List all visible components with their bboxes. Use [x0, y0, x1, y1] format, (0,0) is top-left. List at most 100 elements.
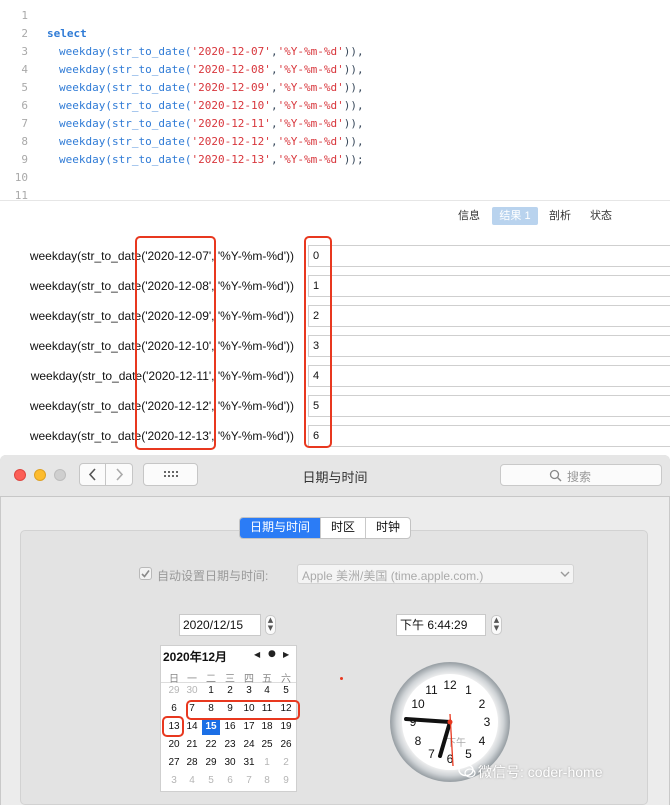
- time-stepper[interactable]: ▲ ▼: [491, 615, 502, 635]
- sql-separator: ,: [270, 63, 278, 76]
- tab-status[interactable]: 状态: [587, 207, 615, 225]
- calendar-day[interactable]: 2: [221, 683, 239, 699]
- calendar-day[interactable]: 8: [258, 773, 276, 789]
- minute-hand: [404, 717, 452, 724]
- calendar-day[interactable]: 20: [165, 737, 183, 753]
- line-number: 10: [14, 171, 28, 184]
- date-field[interactable]: 2020/12/15: [179, 614, 261, 636]
- line-number: 6: [21, 99, 28, 112]
- sql-line-end: )),: [343, 99, 364, 112]
- calendar-day[interactable]: 19: [277, 719, 295, 735]
- time-server-value: Apple 美洲/美国 (time.apple.com.): [302, 569, 484, 583]
- calendar-day[interactable]: 5: [202, 773, 220, 789]
- checkmark-icon: [141, 570, 150, 578]
- line-number: 2: [21, 27, 28, 40]
- calendar-day[interactable]: 31: [240, 755, 258, 771]
- calendar-day[interactable]: 3: [165, 773, 183, 789]
- sql-line-end: )),: [343, 45, 364, 58]
- line-number: 4: [21, 63, 28, 76]
- calendar-day[interactable]: 4: [183, 773, 201, 789]
- calendar-day[interactable]: 5: [277, 683, 295, 699]
- date-stepper[interactable]: ▲ ▼: [265, 615, 276, 635]
- result-cell[interactable]: [308, 425, 670, 447]
- sql-format-string: '%Y-%m-%d': [277, 117, 344, 130]
- calendar-month-label: 2020年12月: [163, 650, 228, 664]
- sql-line-end: )),: [343, 63, 364, 76]
- calendar-day[interactable]: 1: [258, 755, 276, 771]
- result-cell[interactable]: [308, 365, 670, 387]
- search-icon: [549, 469, 562, 482]
- calendar-day[interactable]: 6: [165, 701, 183, 717]
- result-cell[interactable]: [308, 245, 670, 267]
- tab-profile[interactable]: 剖析: [546, 207, 574, 225]
- calendar-day[interactable]: 28: [183, 755, 201, 771]
- tab-clock[interactable]: 时钟: [366, 518, 410, 538]
- calendar-day[interactable]: 30: [221, 755, 239, 771]
- calendar-day[interactable]: 24: [240, 737, 258, 753]
- time-server-select[interactable]: Apple 美洲/美国 (time.apple.com.): [297, 564, 574, 584]
- calendar-day[interactable]: 2: [277, 755, 295, 771]
- next-month-icon[interactable]: ▶: [283, 650, 289, 659]
- calendar-day[interactable]: 29: [202, 755, 220, 771]
- sql-format-string: '%Y-%m-%d': [277, 63, 344, 76]
- calendar-day[interactable]: 25: [258, 737, 276, 753]
- calendar-day[interactable]: 15: [202, 719, 220, 735]
- calendar-day[interactable]: 16: [221, 719, 239, 735]
- tab-result-1[interactable]: 结果 1: [492, 207, 538, 225]
- calendar-day[interactable]: 14: [183, 719, 201, 735]
- sql-function: weekday(str_to_date(: [59, 63, 192, 76]
- result-cell[interactable]: [308, 335, 670, 357]
- marker-dot: [340, 677, 343, 680]
- sql-date-string: '2020-12-08': [191, 63, 271, 76]
- tab-date-time[interactable]: 日期与时间: [240, 518, 322, 538]
- calendar-day[interactable]: 17: [240, 719, 258, 735]
- sql-function: weekday(str_to_date(: [59, 99, 192, 112]
- calendar-day[interactable]: 18: [258, 719, 276, 735]
- tab-time-zone[interactable]: 时区: [321, 518, 367, 538]
- sql-separator: ,: [270, 99, 278, 112]
- line-number: 7: [21, 117, 28, 130]
- sql-keyword: select: [47, 27, 87, 40]
- search-input[interactable]: 搜索: [500, 464, 662, 486]
- sql-line-end: )),: [343, 81, 364, 94]
- sql-date-string: '2020-12-11': [191, 117, 271, 130]
- calendar-day[interactable]: 3: [240, 683, 258, 699]
- calendar-day[interactable]: 22: [202, 737, 220, 753]
- sql-line: weekday(str_to_date('2020-12-10','%Y-%m-…: [59, 99, 364, 112]
- sql-format-string: '%Y-%m-%d': [277, 81, 344, 94]
- tab-info[interactable]: 信息: [455, 207, 483, 225]
- sql-line: weekday(str_to_date('2020-12-11','%Y-%m-…: [59, 117, 364, 130]
- search-placeholder: 搜索: [567, 470, 592, 484]
- sql-line: weekday(str_to_date('2020-12-07','%Y-%m-…: [59, 45, 364, 58]
- result-cell[interactable]: [308, 275, 670, 297]
- today-icon[interactable]: ●: [268, 649, 276, 659]
- calendar-day[interactable]: 30: [183, 683, 201, 699]
- calendar-day[interactable]: 9: [277, 773, 295, 789]
- calendar-day[interactable]: 29: [165, 683, 183, 699]
- line-number: 5: [21, 81, 28, 94]
- time-field[interactable]: 下午 6:44:29: [396, 614, 486, 636]
- calendar-day[interactable]: 6: [221, 773, 239, 789]
- value-highlight-box: [304, 236, 332, 448]
- calendar-day[interactable]: 21: [183, 737, 201, 753]
- sql-separator: ,: [270, 45, 278, 58]
- sql-separator: ,: [270, 81, 278, 94]
- sql-separator: ,: [270, 135, 278, 148]
- previous-month-icon[interactable]: ◀: [254, 650, 260, 659]
- calendar-day[interactable]: 7: [240, 773, 258, 789]
- calendar-day[interactable]: 4: [258, 683, 276, 699]
- result-cell[interactable]: [308, 305, 670, 327]
- sql-function: weekday(str_to_date(: [59, 81, 192, 94]
- watermark: 微信号: coder-home: [478, 764, 603, 780]
- auto-set-label: 自动设置日期与时间:: [157, 569, 269, 583]
- sql-function: weekday(str_to_date(: [59, 135, 192, 148]
- calendar-day[interactable]: 26: [277, 737, 295, 753]
- sql-format-string: '%Y-%m-%d': [277, 45, 344, 58]
- auto-set-checkbox[interactable]: [139, 567, 152, 580]
- sql-editor[interactable]: 1 2 3 4 5 6 7 8 9 10 11 select weekday(str_to_date('…: [0, 0, 670, 202]
- calendar-day[interactable]: 23: [221, 737, 239, 753]
- result-cell[interactable]: [308, 395, 670, 417]
- sql-format-string: '%Y-%m-%d': [277, 135, 344, 148]
- calendar-day[interactable]: 27: [165, 755, 183, 771]
- calendar-day[interactable]: 1: [202, 683, 220, 699]
